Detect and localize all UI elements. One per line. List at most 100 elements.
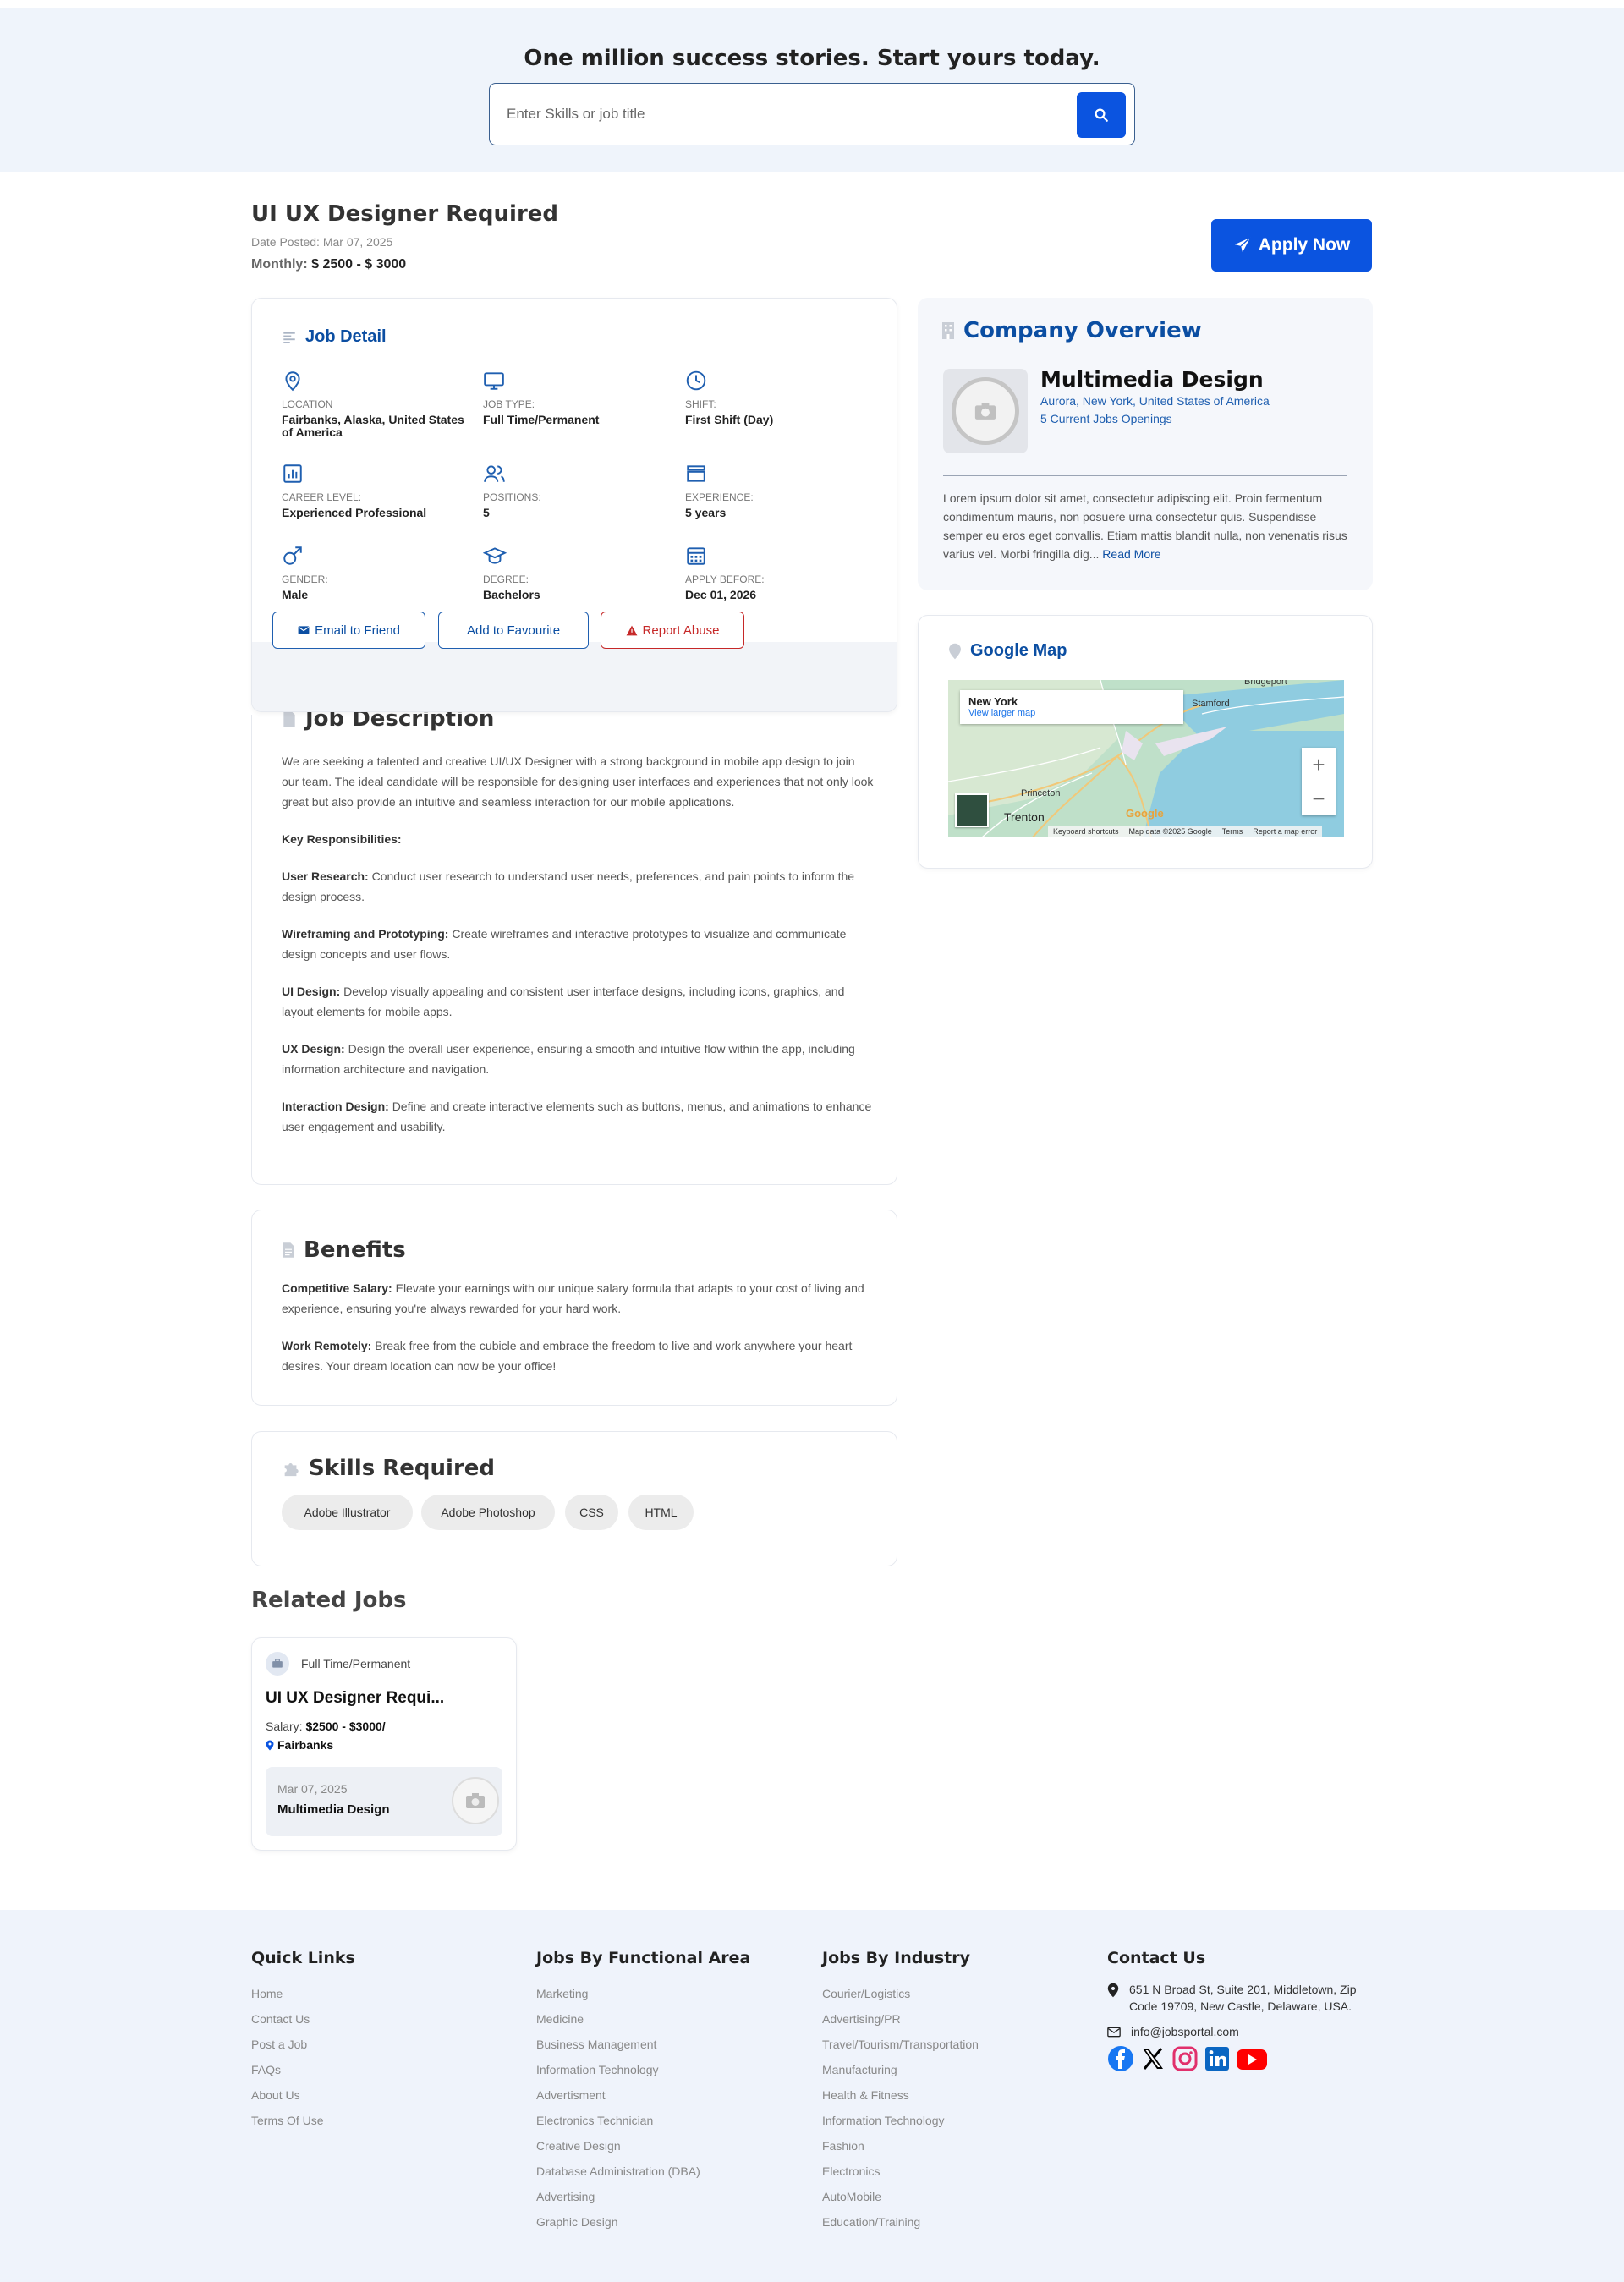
gender-icon bbox=[283, 546, 302, 565]
footer-link[interactable]: Advertising bbox=[536, 2184, 750, 2209]
related-job-card[interactable]: Full Time/Permanent UI UX Designer Requi… bbox=[251, 1637, 517, 1851]
x-twitter-icon[interactable] bbox=[1139, 2045, 1166, 2072]
footer-link[interactable]: Information Technology bbox=[536, 2057, 750, 2082]
graduation-cap-icon bbox=[482, 547, 508, 564]
company-name[interactable]: Multimedia Design bbox=[1040, 367, 1264, 392]
responsibility-item: User Research: Conduct user research to … bbox=[282, 869, 855, 903]
footer-link[interactable]: Electronics Technician bbox=[536, 2108, 750, 2133]
detail-value: Full Time/Permanent bbox=[483, 413, 600, 426]
footer-link[interactable]: Medicine bbox=[536, 2006, 750, 2032]
footer-link[interactable]: About Us bbox=[251, 2082, 355, 2108]
instagram-icon[interactable] bbox=[1171, 2045, 1199, 2072]
related-job-title[interactable]: UI UX Designer Requi... bbox=[266, 1689, 444, 1708]
responsibility-item: UI Design: Develop visually appealing an… bbox=[282, 985, 845, 1018]
key-responsibilities-heading: Key Responsibilities: bbox=[282, 832, 402, 846]
footer-link[interactable]: AutoMobile bbox=[822, 2184, 979, 2209]
benefits-heading: Benefits bbox=[282, 1237, 406, 1263]
map-embed[interactable]: New York View larger map Stamford Bridge… bbox=[948, 680, 1344, 837]
zoom-out-button[interactable]: − bbox=[1302, 782, 1336, 815]
related-job-salary: Salary: $2500 - $3000/ bbox=[266, 1720, 386, 1733]
footer-link[interactable]: Courier/Logistics bbox=[822, 1981, 979, 2006]
detail-label: LOCATION bbox=[282, 398, 333, 410]
email-to-friend-label: Email to Friend bbox=[315, 623, 400, 638]
benefits-card: Benefits Competitive Salary: Elevate you… bbox=[251, 1210, 897, 1406]
report-map-error-link[interactable]: Report a map error bbox=[1253, 827, 1317, 836]
footer-link[interactable]: Terms Of Use bbox=[251, 2108, 355, 2133]
company-logo-placeholder bbox=[452, 1777, 499, 1824]
site-footer: Quick Links Home Contact Us Post a Job F… bbox=[0, 1910, 1624, 2282]
footer-link[interactable]: Advertising/PR bbox=[822, 2006, 979, 2032]
facebook-icon[interactable] bbox=[1107, 2045, 1134, 2072]
camera-icon bbox=[974, 403, 996, 420]
satellite-toggle[interactable] bbox=[955, 793, 989, 827]
footer-link[interactable]: Graphic Design bbox=[536, 2209, 750, 2235]
footer-link[interactable]: Home bbox=[251, 1981, 355, 2006]
search-input[interactable] bbox=[507, 99, 1048, 129]
linkedin-icon[interactable] bbox=[1204, 2045, 1231, 2072]
read-more-link[interactable]: Read More bbox=[1102, 547, 1160, 561]
footer-link[interactable]: Business Management bbox=[536, 2032, 750, 2057]
footer-link[interactable]: Health & Fitness bbox=[822, 2082, 979, 2108]
footer-link[interactable]: Manufacturing bbox=[822, 2057, 979, 2082]
benefit-item: Work Remotely: Break free from the cubic… bbox=[282, 1339, 853, 1373]
users-icon bbox=[484, 465, 505, 482]
footer-link[interactable]: Marketing bbox=[536, 1981, 750, 2006]
detail-value: Dec 01, 2026 bbox=[685, 588, 757, 601]
google-map-heading: Google Map bbox=[948, 641, 1067, 661]
footer-link[interactable]: Database Administration (DBA) bbox=[536, 2159, 750, 2184]
footer-link[interactable]: Post a Job bbox=[251, 2032, 355, 2057]
footer-link[interactable]: Creative Design bbox=[536, 2133, 750, 2159]
company-location[interactable]: Aurora, New York, United States of Ameri… bbox=[1040, 394, 1270, 408]
detail-value: First Shift (Day) bbox=[685, 413, 774, 426]
salary-value: $ 2500 - $ 3000 bbox=[311, 257, 407, 272]
keyboard-shortcuts-link[interactable]: Keyboard shortcuts bbox=[1053, 827, 1119, 836]
footer-link[interactable]: Education/Training bbox=[822, 2209, 979, 2235]
footer-link[interactable]: Information Technology bbox=[822, 2108, 979, 2133]
zoom-controls: + − bbox=[1302, 748, 1336, 815]
footer-link[interactable]: Fashion bbox=[822, 2133, 979, 2159]
hero-title: One million success stories. Start yours… bbox=[524, 46, 1100, 71]
footer-link[interactable]: Contact Us bbox=[251, 2006, 355, 2032]
chart-icon bbox=[283, 464, 302, 483]
no-photo-badge bbox=[952, 377, 1019, 445]
responsibility-item: UX Design: Design the overall user exper… bbox=[282, 1042, 855, 1076]
company-overview-heading: Company Overview bbox=[941, 318, 1202, 343]
report-abuse-button[interactable]: Report Abuse bbox=[601, 612, 744, 649]
map-label-princeton: Princeton bbox=[1021, 788, 1061, 798]
divider bbox=[943, 475, 1347, 476]
footer-industry: Jobs By Industry Courier/Logistics Adver… bbox=[822, 1949, 979, 2235]
map-label-stamford: Stamford bbox=[1192, 699, 1230, 709]
footer-link[interactable]: Travel/Tourism/Transportation bbox=[822, 2032, 979, 2057]
footer-heading: Jobs By Functional Area bbox=[536, 1949, 751, 1967]
detail-label: JOB TYPE: bbox=[483, 398, 535, 410]
report-abuse-label: Report Abuse bbox=[642, 623, 720, 638]
footer-functional-area: Jobs By Functional Area Marketing Medici… bbox=[536, 1949, 750, 2235]
youtube-icon[interactable] bbox=[1236, 2045, 1268, 2072]
apply-now-label: Apply Now bbox=[1258, 235, 1351, 255]
camera-icon bbox=[466, 1793, 485, 1808]
footer-email[interactable]: info@jobsportal.com bbox=[1107, 2025, 1378, 2038]
footer-link[interactable]: FAQs bbox=[251, 2057, 355, 2082]
company-openings[interactable]: 5 Current Jobs Openings bbox=[1040, 412, 1172, 425]
footer-link[interactable]: Electronics bbox=[822, 2159, 979, 2184]
zoom-in-button[interactable]: + bbox=[1302, 748, 1336, 782]
detail-apply-before: APPLY BEFORE: Dec 01, 2026 bbox=[685, 545, 871, 601]
detail-value: 5 years bbox=[685, 506, 727, 519]
email-to-friend-button[interactable]: Email to Friend bbox=[272, 612, 425, 649]
search-box bbox=[489, 83, 1135, 145]
company-overview-card: Company Overview Multimedia Design Auror… bbox=[918, 298, 1373, 590]
detail-label: POSITIONS: bbox=[483, 491, 541, 503]
clock-icon bbox=[686, 370, 706, 391]
view-larger-map-link[interactable]: View larger map bbox=[968, 708, 1175, 718]
skills-heading: Skills Required bbox=[282, 1456, 495, 1481]
related-job-date: Mar 07, 2025 bbox=[277, 1782, 348, 1796]
search-button[interactable] bbox=[1077, 92, 1126, 138]
add-to-favourite-button[interactable]: Add to Favourite bbox=[438, 612, 589, 649]
apply-now-button[interactable]: Apply Now bbox=[1211, 219, 1372, 272]
salary-line: Monthly: $ 2500 - $ 3000 bbox=[251, 257, 406, 272]
detail-label: GENDER: bbox=[282, 573, 328, 585]
detail-label: EXPERIENCE: bbox=[685, 491, 754, 503]
related-job-type: Full Time/Permanent bbox=[301, 1657, 411, 1670]
footer-link[interactable]: Advertisment bbox=[536, 2082, 750, 2108]
terms-link[interactable]: Terms bbox=[1222, 827, 1243, 836]
